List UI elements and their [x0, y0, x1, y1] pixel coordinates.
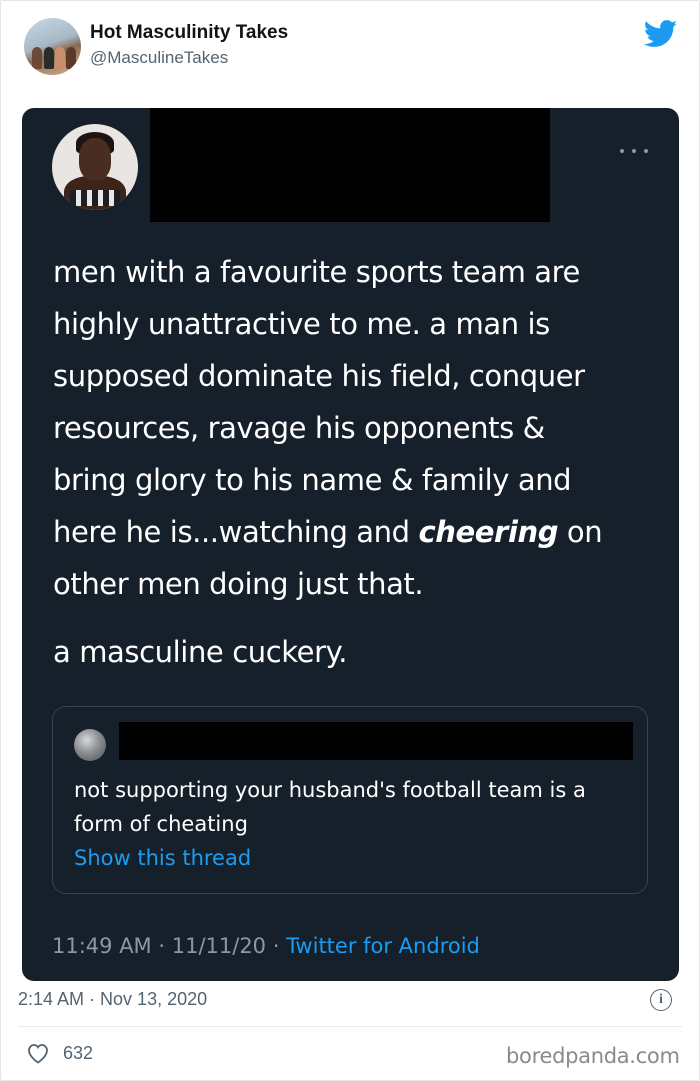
footer-divider: [18, 1026, 682, 1027]
account-handle[interactable]: @MasculineTakes: [90, 48, 228, 68]
quoted-tweet-text: not supporting your husband's football t…: [74, 778, 586, 836]
more-options-icon: [620, 144, 648, 158]
display-name[interactable]: Hot Masculinity Takes: [90, 22, 288, 44]
like-count: 632: [63, 1043, 94, 1063]
info-icon[interactable]: i: [650, 989, 672, 1011]
heart-icon[interactable]: [26, 1042, 50, 1064]
redacted-quoted-author: [119, 722, 633, 760]
watermark: boredpanda.com: [506, 1044, 680, 1068]
account-avatar[interactable]: [24, 18, 81, 75]
embedded-tweet-body: men with a favourite sports team are hig…: [53, 255, 603, 601]
post-timestamp[interactable]: 2:14 AM · Nov 13, 2020: [18, 989, 207, 1010]
show-thread-link: Show this thread: [74, 846, 252, 870]
embedded-tweet-screenshot: men with a favourite sports team are hig…: [22, 108, 679, 981]
embedded-tweet-source: Twitter for Android: [286, 934, 480, 958]
embedded-author-avatar: [52, 124, 138, 210]
quoted-author-avatar: [74, 729, 106, 761]
embedded-tweet-meta: 11:49 AM · 11/11/20 · Twitter for Androi…: [52, 934, 480, 958]
embedded-tweet-closing: a masculine cuckery.: [53, 635, 348, 669]
twitter-bird-icon[interactable]: [644, 20, 678, 48]
emphasized-word: cheering: [418, 515, 559, 549]
redacted-author-name: [150, 108, 550, 222]
quoted-tweet: not supporting your husband's football t…: [52, 706, 648, 894]
